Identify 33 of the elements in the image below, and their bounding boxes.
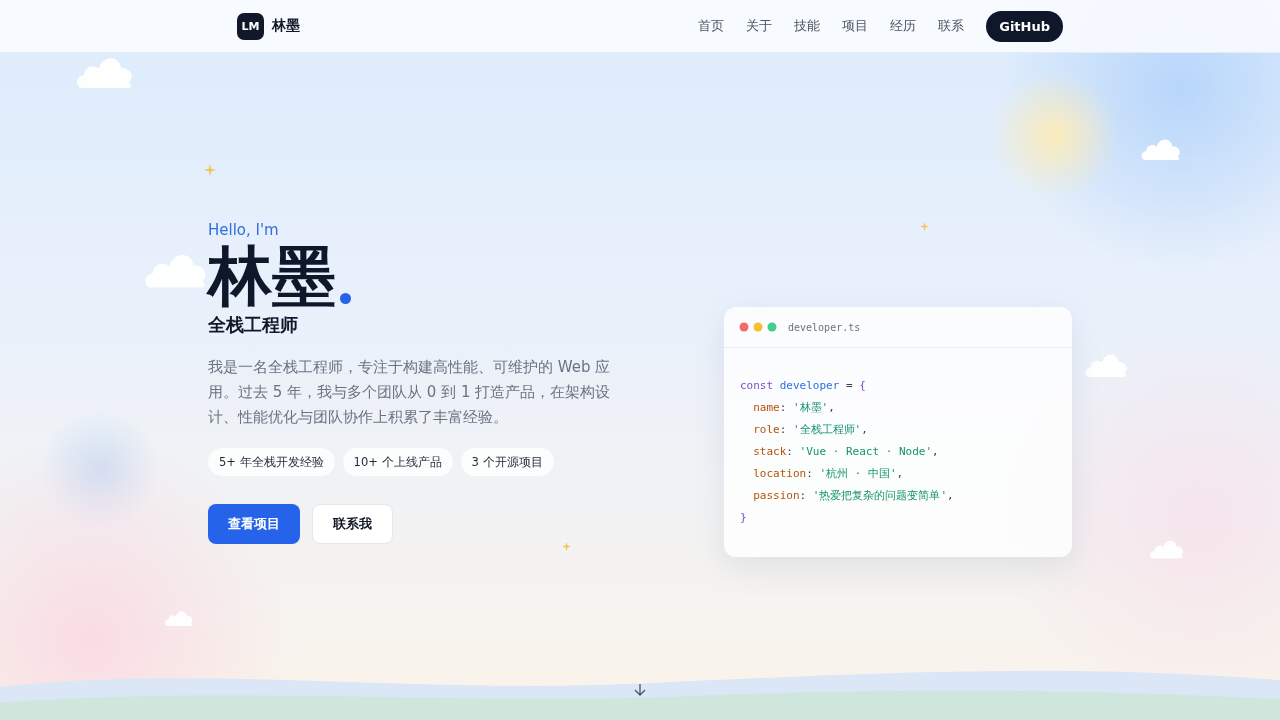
accent-dot [340, 293, 351, 304]
hero-name: 林墨 [208, 243, 336, 309]
code-line: stack: 'Vue · React · Node', [752, 444, 940, 460]
nav-link[interactable]: 技能 [794, 17, 821, 35]
nav-link[interactable]: 关于 [746, 17, 773, 35]
window-dots-icon [739, 322, 777, 332]
stat-tag: 3 个开源项目 [460, 448, 554, 476]
code-line: location: '杭州 · 中国', [752, 466, 905, 482]
code-line: name: '林墨', [752, 400, 836, 416]
nav-link[interactable]: 项目 [842, 17, 869, 35]
stat-tag: 5+ 年全栈开发经验 [208, 448, 335, 476]
arrow-down-icon[interactable] [634, 683, 646, 697]
code-line: passion: '热爱把复杂的问题变简单', [752, 488, 955, 504]
nav-link[interactable]: 联系 [938, 17, 965, 35]
code-line: role: '全栈工程师', [752, 422, 869, 438]
intro-paragraph: 我是一名全栈工程师，专注于构建高性能、可维护的 Web 应用。过去 5 年，我与多个团队从 0 到 1 打造产品，在架构设计、性能优化与团队协作上积累了丰富经验。 [208, 357, 612, 428]
contact-button[interactable]: 联系我 [312, 504, 393, 544]
code-line: const developer = { [740, 378, 867, 394]
stat-tag: 10+ 个上线产品 [342, 448, 453, 476]
sparkle-icon [562, 542, 571, 551]
file-name: developer.ts [788, 321, 861, 333]
logo-mark[interactable]: LM [237, 12, 264, 40]
code-line: } [740, 510, 748, 526]
sparkle-icon [204, 164, 216, 176]
nav-link[interactable]: 经历 [890, 17, 917, 35]
nav-link[interactable]: 首页 [698, 17, 725, 35]
sparkle-icon [920, 222, 929, 231]
github-button[interactable]: GitHub [986, 10, 1063, 42]
cloud-icon [164, 608, 194, 626]
greeting-text: Hello, I'm [208, 221, 280, 239]
role-title: 全栈工程师 [208, 313, 299, 337]
logo-text[interactable]: 林墨 [272, 17, 300, 35]
projects-button[interactable]: 查看项目 [208, 504, 300, 544]
